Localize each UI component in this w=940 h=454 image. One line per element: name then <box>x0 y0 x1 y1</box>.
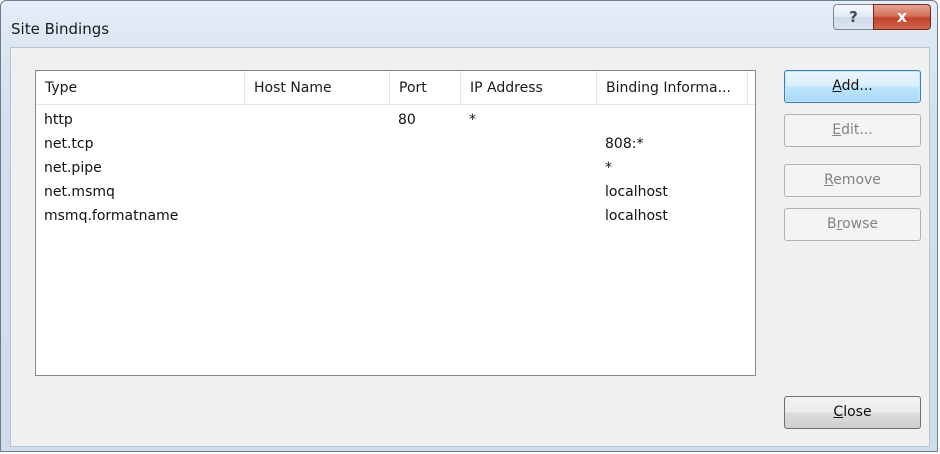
cell-type: msmq.formatname <box>44 208 179 224</box>
cell-binding-information <box>597 108 748 132</box>
cell-host-name <box>245 156 390 180</box>
cell-type: net.pipe <box>44 160 102 176</box>
edit-button-label: dit... <box>841 122 873 138</box>
remove-button-mnemonic: R <box>824 172 834 188</box>
cell-ip-address <box>461 204 597 228</box>
cell-ip-address <box>461 156 597 180</box>
remove-button-label: emove <box>833 172 881 188</box>
cell-port <box>390 204 461 228</box>
close-button-label: lose <box>843 404 872 420</box>
remove-button[interactable]: Remove <box>784 164 921 197</box>
add-button[interactable]: Add... <box>784 70 921 103</box>
list-header: Type Host Name Port IP Address Binding I… <box>36 71 755 105</box>
cell-type: net.msmq <box>44 184 115 200</box>
bindings-list[interactable]: Type Host Name Port IP Address Binding I… <box>35 70 756 376</box>
help-icon: ? <box>849 8 858 26</box>
cell-port: 80 <box>398 112 416 128</box>
close-button[interactable]: Close <box>784 396 921 429</box>
cell-ip-address <box>461 132 597 156</box>
cell-binding-information: * <box>605 160 612 176</box>
dialog-title: Site Bindings <box>11 20 110 38</box>
browse-button[interactable]: Browse <box>784 208 921 241</box>
column-header-type[interactable]: Type <box>36 71 245 104</box>
table-row[interactable]: msmq.formatname localhost <box>36 204 755 228</box>
cell-binding-information: 808:* <box>605 136 644 152</box>
add-button-label: dd... <box>841 78 873 94</box>
table-row[interactable]: http 80 * <box>36 108 755 132</box>
cell-host-name <box>245 132 390 156</box>
table-row[interactable]: net.tcp 808:* <box>36 132 755 156</box>
add-button-mnemonic: A <box>832 78 842 94</box>
edit-button[interactable]: Edit... <box>784 114 921 147</box>
cell-ip-address <box>461 180 597 204</box>
column-header-host-name[interactable]: Host Name <box>245 71 390 104</box>
column-header-port[interactable]: Port <box>390 71 461 104</box>
cell-port <box>390 180 461 204</box>
cell-port <box>390 132 461 156</box>
cell-binding-information: localhost <box>605 184 668 200</box>
browse-button-label-start: B <box>827 216 837 232</box>
close-button-mnemonic: C <box>833 404 844 420</box>
cell-port <box>390 156 461 180</box>
title-close-button[interactable]: x <box>873 4 931 30</box>
table-row[interactable]: net.msmq localhost <box>36 180 755 204</box>
cell-ip-address: * <box>469 112 476 128</box>
cell-host-name <box>245 108 390 132</box>
browse-button-label-end: owse <box>842 216 878 232</box>
site-bindings-dialog: Site Bindings ? x Type Host Name Port IP… <box>0 0 938 452</box>
column-header-binding-information[interactable]: Binding Informa... <box>597 71 748 104</box>
cell-binding-information: localhost <box>605 208 668 224</box>
close-icon: x <box>896 7 908 26</box>
dialog-client-area: Type Host Name Port IP Address Binding I… <box>10 47 930 447</box>
help-button[interactable]: ? <box>833 4 874 30</box>
cell-host-name <box>245 180 390 204</box>
cell-type: net.tcp <box>44 136 94 152</box>
cell-host-name <box>245 204 390 228</box>
table-row[interactable]: net.pipe * <box>36 156 755 180</box>
cell-type: http <box>44 112 73 128</box>
edit-button-mnemonic: E <box>832 122 842 138</box>
column-header-ip-address[interactable]: IP Address <box>461 71 597 104</box>
